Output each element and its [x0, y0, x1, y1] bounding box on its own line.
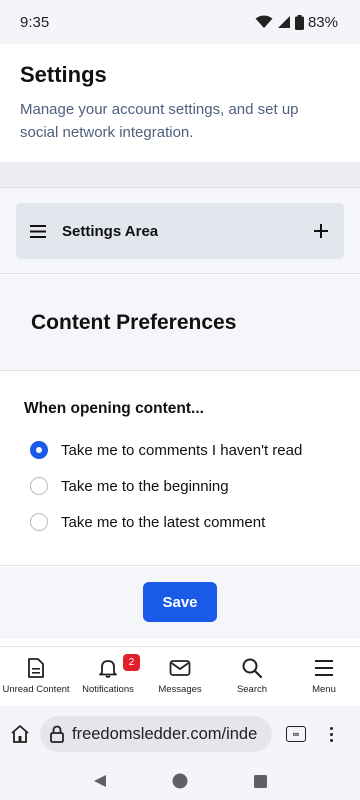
radio-beginning[interactable] — [30, 477, 48, 495]
wifi-icon — [255, 15, 273, 28]
option-label: Take me to the latest comment — [61, 513, 266, 531]
content-preferences-form: When opening content... Take me to comme… — [0, 372, 360, 566]
envelope-icon — [169, 660, 191, 676]
more-icon[interactable] — [330, 726, 333, 742]
bell-icon — [99, 660, 117, 678]
system-navigation — [0, 762, 360, 800]
settings-area-label: Settings Area — [62, 222, 159, 240]
status-icons: 83% — [255, 14, 338, 31]
lock-icon — [50, 725, 64, 743]
radio-latest-comment[interactable] — [30, 513, 48, 531]
page-header: Settings Manage your account settings, a… — [0, 44, 360, 162]
option-label: Take me to the beginning — [61, 477, 229, 495]
save-button[interactable]: Save — [143, 582, 217, 622]
nav-label: Messages — [158, 684, 202, 695]
clock: 9:35 — [20, 13, 50, 31]
signal-icon — [277, 16, 290, 28]
question-label: When opening content... — [24, 400, 204, 417]
url-bar[interactable]: freedomsledder.com/inde — [40, 716, 272, 752]
recents-icon[interactable] — [254, 774, 268, 788]
page-title: Settings — [20, 62, 107, 87]
option-unread-comments[interactable]: Take me to comments I haven't read — [24, 432, 360, 468]
page-subtitle: Manage your account settings, and set up… — [20, 101, 299, 141]
settings-area-section: Settings Area — [0, 188, 360, 274]
status-bar: 9:35 83% — [0, 0, 360, 44]
section-divider — [0, 162, 360, 188]
nav-notifications[interactable]: 2 Notifications — [72, 647, 144, 704]
battery-icon — [294, 14, 304, 30]
menu-icon — [315, 660, 333, 676]
menu-icon — [30, 222, 48, 240]
nav-label: Unread Content — [2, 684, 70, 695]
option-latest-comment[interactable]: Take me to the latest comment — [24, 504, 360, 540]
content-preferences-header: Content Preferences — [0, 275, 360, 371]
radio-unread-comments[interactable] — [30, 441, 48, 459]
nav-label: Search — [236, 684, 268, 695]
section-title: Content Preferences — [31, 311, 237, 334]
nav-search[interactable]: Search — [216, 647, 288, 704]
plus-icon — [312, 222, 330, 240]
nav-label: Menu — [312, 684, 336, 695]
back-icon[interactable] — [93, 774, 107, 788]
nav-unread-content[interactable]: Unread Content — [0, 647, 72, 704]
settings-area-toggle[interactable]: Settings Area — [16, 203, 344, 259]
search-icon — [242, 658, 262, 678]
notification-badge: 2 — [123, 654, 140, 671]
option-label: Take me to comments I haven't read — [61, 441, 303, 459]
home-circle-icon[interactable] — [172, 773, 188, 789]
nav-menu[interactable]: Menu — [288, 647, 360, 704]
bottom-navigation: Unread Content 2 Notifications Messages … — [0, 646, 360, 704]
tab-switcher-icon[interactable]: ∞ — [286, 726, 306, 742]
option-beginning[interactable]: Take me to the beginning — [24, 468, 360, 504]
nav-label: Notifications — [82, 684, 134, 695]
save-section: Save — [0, 567, 360, 639]
document-icon — [28, 658, 44, 678]
battery-percentage: 83% — [307, 13, 338, 31]
home-icon[interactable] — [10, 724, 30, 744]
browser-toolbar: freedomsledder.com/inde ∞ — [0, 706, 360, 762]
nav-messages[interactable]: Messages — [144, 647, 216, 704]
url-text: freedomsledder.com/inde — [72, 724, 258, 743]
